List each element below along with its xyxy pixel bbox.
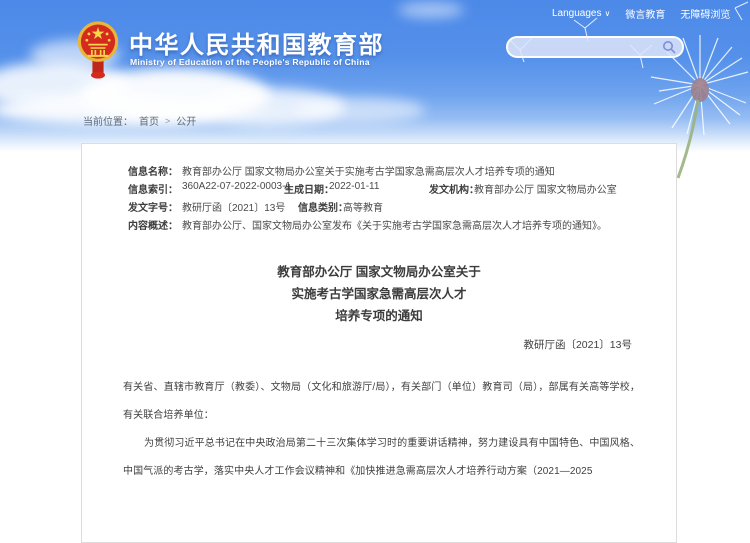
document-title-line: 培养专项的通知 (82, 305, 676, 327)
languages-menu[interactable]: Languages ∨ (552, 8, 610, 19)
national-emblem-logo[interactable] (77, 20, 119, 80)
document-title: 教育部办公厅 国家文物局办公室关于 实施考古学国家急需高层次人才 培养专项的通知 (82, 261, 676, 327)
breadcrumb: 当前位置： 首页 > 公开 (83, 113, 196, 128)
document-title-line: 教育部办公厅 国家文物局办公室关于 (82, 261, 676, 283)
meta-label: 信息类别： (298, 199, 348, 214)
document-paragraph: 为贯彻习近平总书记在中央政治局第二十三次集体学习时的重要讲话精神，努力建设具有中… (123, 430, 640, 486)
meta-value: 教研厅函〔2021〕13号 (182, 199, 285, 214)
breadcrumb-label: 当前位置： (83, 113, 133, 128)
cloud-decoration (295, 97, 425, 123)
languages-label: Languages (552, 8, 602, 19)
meta-label: 发文字号： (128, 199, 178, 214)
meta-value: 教育部办公厅、国家文物局办公室发布《关于实施考古学国家急需高层次人才培养专项的通… (182, 217, 607, 232)
meta-label: 信息名称： (128, 163, 178, 178)
breadcrumb-separator-icon: > (165, 116, 170, 126)
accessibility-link[interactable]: 无障碍浏览 (680, 6, 730, 21)
site-subtitle: Ministry of Education of the People's Re… (130, 57, 370, 67)
document-body: 有关省、直辖市教育厅（教委）、文物局（文化和旅游厅/局），有关部门（单位）教育司… (123, 374, 640, 486)
search-icon[interactable] (662, 40, 676, 54)
breadcrumb-home-link[interactable]: 首页 (139, 113, 159, 128)
meta-label: 生成日期： (284, 181, 334, 196)
meta-label: 发文机构： (429, 181, 479, 196)
cloud-decoration (398, 2, 464, 18)
document-paragraph: 有关省、直辖市教育厅（教委）、文物局（文化和旅游厅/局），有关部门（单位）教育司… (123, 374, 640, 430)
document-card: 信息名称： 教育部办公厅 国家文物局办公室关于实施考古学国家急需高层次人才培养专… (81, 143, 677, 543)
meta-value: 教育部办公厅 国家文物局办公室 (474, 181, 617, 196)
search-bar (506, 36, 684, 58)
meta-value: 360A22-07-2022-0003-1 (182, 181, 291, 192)
meta-label: 信息索引： (128, 181, 178, 196)
search-input[interactable] (518, 41, 662, 54)
meta-value: 2022-01-11 (329, 181, 379, 192)
site-title: 中华人民共和国教育部 (129, 25, 384, 60)
top-navigation: Languages ∨ 微言教育 无障碍浏览 (552, 6, 730, 21)
chevron-down-icon: ∨ (605, 10, 611, 18)
document-number: 教研厅函〔2021〕13号 (523, 337, 632, 352)
meta-value: 高等教育 (343, 199, 383, 214)
document-title-line: 实施考古学国家急需高层次人才 (82, 283, 676, 305)
breadcrumb-current-link[interactable]: 公开 (176, 113, 196, 128)
weiyan-link[interactable]: 微言教育 (625, 6, 665, 21)
meta-value: 教育部办公厅 国家文物局办公室关于实施考古学国家急需高层次人才培养专项的通知 (182, 163, 555, 178)
meta-label: 内容概述： (128, 217, 178, 232)
